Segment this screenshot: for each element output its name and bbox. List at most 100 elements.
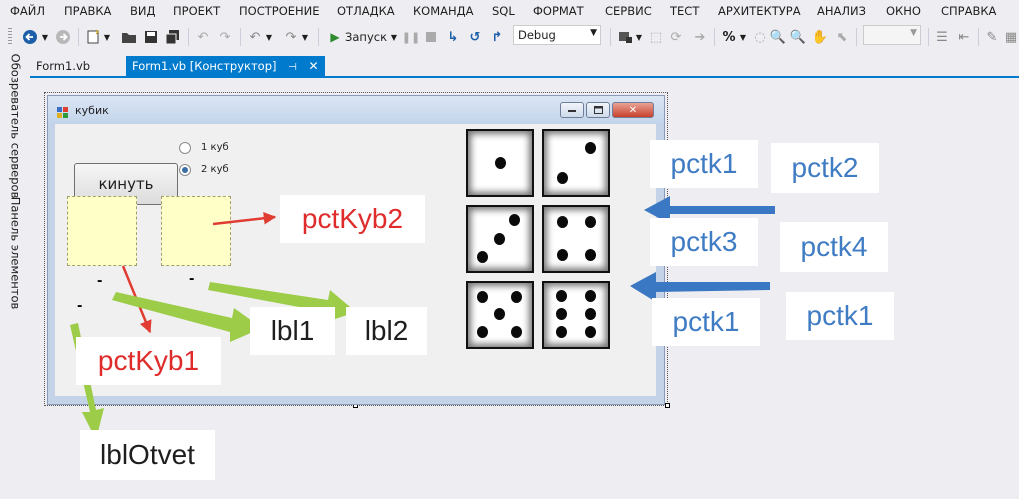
menu-edit[interactable]: ПРАВКА	[64, 4, 111, 18]
minimize-button[interactable]	[560, 102, 584, 118]
picturebox-pctkyb1[interactable]	[67, 196, 137, 266]
side-panel: Обозреватель серверов Панель элементов	[0, 52, 30, 499]
menu-team[interactable]: КОМАНДА	[413, 4, 474, 18]
note-pctk4: pctk4	[780, 222, 888, 272]
pause-icon[interactable]: ❚❚	[402, 28, 420, 46]
menu-window[interactable]: ОКНО	[886, 4, 921, 18]
note-pctkyb1: pctKyb1	[76, 337, 221, 385]
close-icon[interactable]: ✕	[309, 59, 319, 73]
start-button[interactable]: Запуск	[345, 28, 387, 46]
radio-one-die-label: 1 куб	[201, 142, 229, 153]
note-pctk3: pctk3	[650, 218, 758, 266]
document-tabs: Form1.vb Form1.vb [Конструктор] ⊣ ✕	[30, 56, 1019, 76]
back-dropdown-icon[interactable]: ▼	[40, 28, 50, 46]
picturebox-die-5[interactable]	[466, 281, 534, 349]
pan-icon[interactable]: ✋	[812, 28, 828, 46]
step-into-icon[interactable]: ↳	[444, 28, 462, 46]
select-icon[interactable]: ⬉	[834, 28, 850, 46]
redo-dropdown-icon[interactable]: ▼	[300, 28, 310, 46]
label-lblotvet: -	[77, 299, 83, 314]
redo-icon[interactable]: ↷	[282, 28, 300, 46]
menu-sql[interactable]: SQL	[492, 4, 515, 18]
resize-handle-bottom-right[interactable]	[665, 403, 670, 408]
note-lbl1: lbl1	[250, 307, 335, 355]
note-pctk1-right: pctk1	[786, 292, 894, 340]
picturebox-die-6[interactable]	[542, 281, 610, 349]
pin-icon[interactable]: ⊣	[288, 62, 297, 73]
tab-designer-label: Form1.vb [Конструктор]	[132, 59, 277, 73]
step-out-icon[interactable]: ↱	[488, 28, 506, 46]
undo-history-icon[interactable]: ↶	[194, 28, 212, 46]
stop-icon[interactable]	[424, 28, 438, 46]
close-button[interactable]: ✕	[612, 102, 654, 118]
form-title-bar[interactable]: кубик ✕	[48, 96, 664, 124]
note-lbl2: lbl2	[346, 307, 427, 355]
note-pctk1-bottom: pctk1	[652, 298, 760, 346]
solution-configuration-select[interactable]: Debug ▼	[513, 25, 601, 45]
menu-view[interactable]: ВИД	[130, 4, 155, 18]
menu-architecture[interactable]: АРХИТЕКТУРА	[718, 4, 801, 18]
find-icon[interactable]: ⬚	[648, 28, 664, 46]
start-dropdown-icon[interactable]: ▼	[389, 28, 399, 46]
menu-project[interactable]: ПРОЕКТ	[173, 4, 220, 18]
undo-dropdown-icon[interactable]: ▼	[264, 28, 274, 46]
form-title: кубик	[75, 104, 109, 117]
radio-two-dice[interactable]	[179, 164, 191, 176]
menu-debug[interactable]: ОТЛАДКА	[337, 4, 395, 18]
note-pctk1-top: pctk1	[650, 140, 758, 188]
navigate-icon[interactable]: ➔	[692, 28, 708, 46]
chevron-down-icon: ▼	[590, 28, 597, 38]
picturebox-pctkyb2[interactable]	[161, 196, 231, 266]
note-pctkyb2: pctKyb2	[280, 195, 425, 243]
picturebox-die-2[interactable]	[542, 129, 610, 197]
toolbox-tab[interactable]: Панель элементов	[5, 197, 25, 310]
menu-test[interactable]: ТЕСТ	[670, 4, 699, 18]
picturebox-die-4[interactable]	[542, 205, 610, 273]
undo-icon[interactable]: ↶	[246, 28, 264, 46]
menu-analyze[interactable]: АНАЛИЗ	[817, 4, 866, 18]
tab-form1-vb[interactable]: Form1.vb	[30, 56, 96, 76]
format-dropdown-icon[interactable]: ▼	[738, 28, 748, 46]
save-icon[interactable]	[142, 28, 160, 46]
zoom-in-icon[interactable]: 🔍	[770, 28, 786, 46]
forward-icon[interactable]	[54, 28, 72, 46]
save-all-icon[interactable]	[164, 28, 182, 46]
picturebox-die-3[interactable]	[466, 205, 534, 273]
step-over-icon[interactable]: ↺	[466, 28, 484, 46]
more-icon[interactable]: ▦	[1004, 28, 1018, 46]
server-explorer-tab[interactable]: Обозреватель серверов	[5, 54, 25, 199]
menu-bar: ФАЙЛ ПРАВКА ВИД ПРОЕКТ ПОСТРОЕНИЕ ОТЛАДК…	[0, 0, 1019, 22]
back-icon[interactable]	[20, 28, 40, 46]
target-dropdown-icon[interactable]: ▼	[634, 28, 644, 46]
radio-two-dice-label: 2 куб	[201, 164, 229, 175]
tab-form1-designer[interactable]: Form1.vb [Конструктор] ⊣ ✕	[126, 56, 325, 76]
form-app-icon	[57, 104, 69, 118]
list-icon[interactable]: ☰	[934, 28, 950, 46]
picturebox-die-1[interactable]	[466, 129, 534, 197]
chevron-down-icon: ▼	[910, 28, 917, 38]
menu-build[interactable]: ПОСТРОЕНИЕ	[239, 4, 320, 18]
format-icon[interactable]: %	[720, 28, 738, 46]
note-pctk2: pctk2	[771, 143, 879, 193]
zoom-none-icon[interactable]: ◌	[752, 28, 768, 46]
menu-file[interactable]: ФАЙЛ	[10, 4, 45, 18]
empty-combo-select[interactable]: ▼	[863, 25, 921, 45]
refresh-icon[interactable]: ⟳	[668, 28, 684, 46]
menu-tools[interactable]: СЕРВИС	[605, 4, 652, 18]
start-icon[interactable]: ▶	[326, 28, 344, 46]
radio-one-die[interactable]	[179, 142, 191, 154]
maximize-button[interactable]	[586, 102, 610, 118]
toolbar-grip[interactable]	[8, 28, 12, 46]
menu-format[interactable]: ФОРМАТ	[533, 4, 584, 18]
target-icon[interactable]	[616, 28, 634, 46]
edit-icon[interactable]: ✎	[984, 28, 1000, 46]
outdent-icon[interactable]: ⇤	[956, 28, 972, 46]
redo-history-icon[interactable]: ↷	[216, 28, 234, 46]
solution-configuration-value: Debug	[518, 28, 556, 42]
note-lblotvet: lblOtvet	[80, 430, 215, 480]
new-project-icon[interactable]	[84, 28, 102, 46]
new-dropdown-icon[interactable]: ▼	[102, 28, 112, 46]
zoom-out-icon[interactable]: 🔍	[790, 28, 806, 46]
open-file-icon[interactable]	[120, 28, 138, 46]
menu-help[interactable]: СПРАВКА	[941, 4, 996, 18]
